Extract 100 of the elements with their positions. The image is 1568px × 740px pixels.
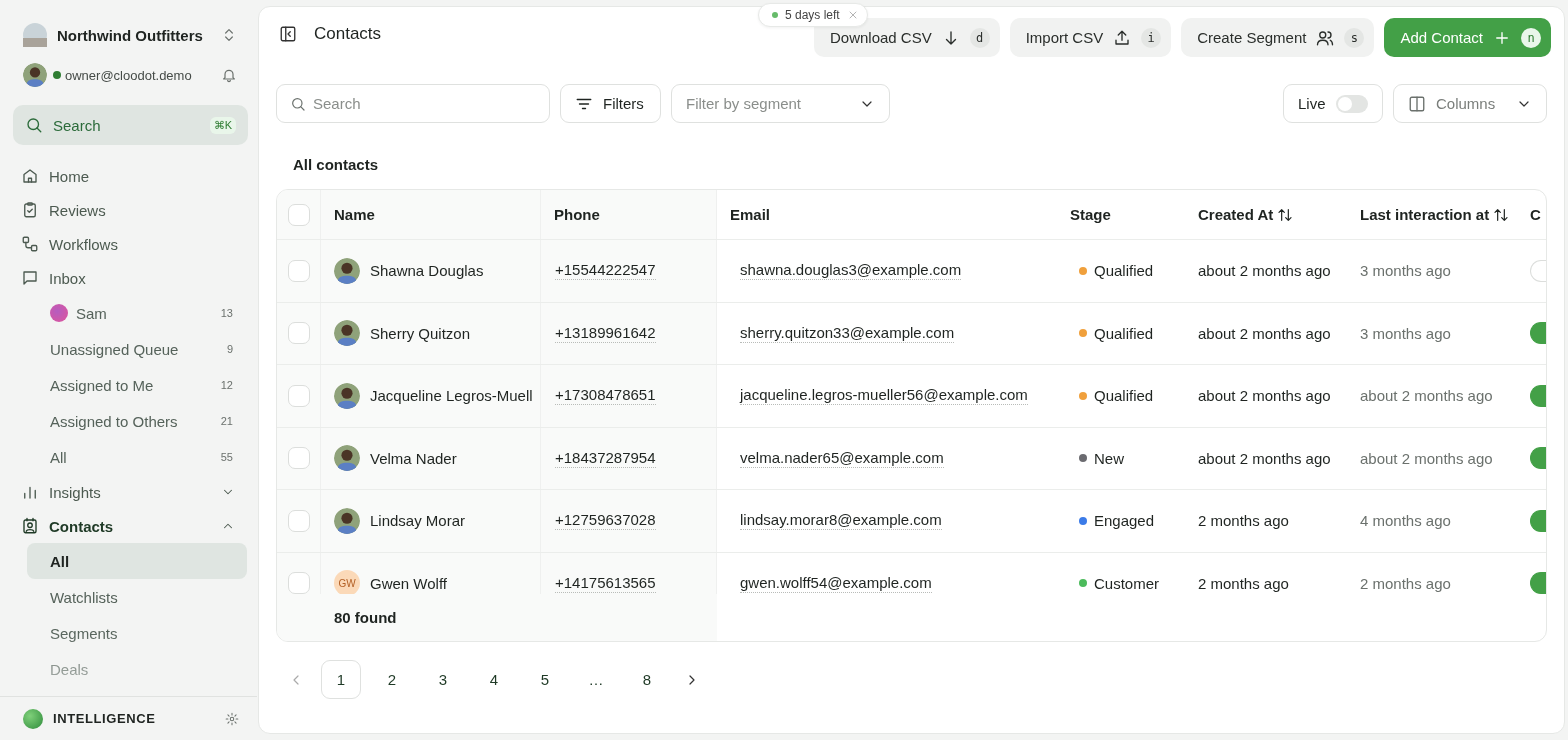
page-button[interactable]: 4 [474,660,514,699]
nav-subitem[interactable]: All 55 [27,439,247,475]
contact-name[interactable]: Sherry Quitzon [370,324,471,342]
action-button[interactable]: Import CSV i [1009,18,1172,57]
phone-number[interactable]: +15544222547 [555,261,656,281]
nav-item[interactable]: Home [13,159,247,193]
nav-subitem[interactable]: Unassigned Queue 9 [27,331,247,367]
page-button[interactable]: … [576,660,616,699]
contact-name[interactable]: Gwen Wolff [370,574,447,592]
workspace-name[interactable]: Northwind Outfitters [57,26,211,44]
avatar [334,320,360,347]
avatar [23,63,47,87]
email-address[interactable]: lindsay.morar8@example.com [740,511,942,531]
row-checkbox[interactable] [287,447,310,470]
count: 9 [226,343,233,355]
user-email[interactable]: owner@cloodot.demo [65,67,213,83]
toggle-switch[interactable] [1530,384,1546,407]
select-all-checkbox[interactable] [287,203,310,226]
page-button[interactable]: 2 [372,660,412,699]
upload-icon [1113,28,1132,47]
nav-item[interactable]: Workflows [13,227,247,261]
users-icon [1316,28,1335,47]
row-checkbox[interactable] [287,384,310,407]
workflow-icon [21,235,39,253]
intelligence-label[interactable]: INTELLIGENCE [53,711,215,726]
contact-card-icon [21,517,39,535]
contact-name[interactable]: Lindsay Morar [370,512,466,530]
action-button[interactable]: Create Segment s [1181,18,1375,57]
page-button[interactable]: 8 [627,660,667,699]
toggle-switch[interactable] [1530,447,1546,470]
column-header: Name [334,206,375,223]
contact-name[interactable]: Velma Nader [370,449,457,467]
nav-item[interactable]: Insights [13,475,247,509]
action-button[interactable]: Add Contact n [1384,18,1551,57]
nav-subitem[interactable]: Assigned to Me 12 [27,367,247,403]
shortcut-badge: ⌘K [209,116,236,134]
contact-name[interactable]: Shawna Douglas [370,262,484,280]
live-label: Live [1298,95,1326,112]
columns-icon [1408,94,1426,113]
search-icon [25,116,43,134]
avatar [334,445,360,472]
columns-dropdown[interactable]: Columns [1393,84,1547,123]
nav-item[interactable]: Inbox [13,261,247,295]
toggle-switch[interactable] [1530,322,1546,345]
phone-number[interactable]: +18437287954 [555,448,656,468]
phone-number[interactable]: +12759637028 [555,511,656,531]
settings-icon [225,711,239,726]
search-button[interactable]: Search ⌘K [13,105,248,145]
column-header[interactable]: Created At [1198,206,1274,223]
email-address[interactable]: shawna.douglas3@example.com [740,261,962,281]
page-button[interactable]: 1 [321,660,361,699]
last-interaction: about 2 months ago [1360,449,1493,467]
search-field[interactable]: Search [276,84,550,123]
nav-subitem[interactable]: All [27,543,247,579]
avatar [334,507,360,534]
toggle-switch[interactable] [1530,509,1546,532]
shortcut-badge: d [969,27,990,48]
nav-subitem[interactable]: Assigned to Others 21 [27,403,247,439]
phone-number[interactable]: +17308478651 [555,386,656,406]
nav-subitem[interactable]: Sam 13 [27,295,247,331]
stage-label: Engaged [1094,512,1155,530]
email-address[interactable]: jacqueline.legros-mueller56@example.com [740,386,1028,406]
avatar [334,382,360,409]
nav-subitem[interactable]: Segments [27,615,247,651]
email-address[interactable]: sherry.quitzon33@example.com [740,323,955,343]
last-interaction: 3 months ago [1360,262,1451,280]
page-button[interactable]: 3 [423,660,463,699]
email-address[interactable]: gwen.wolff54@example.com [740,573,932,593]
last-interaction: 4 months ago [1360,512,1451,530]
created-date: 2 months ago [1198,574,1289,592]
column-header: Phone [554,206,600,223]
row-checkbox[interactable] [287,572,310,594]
live-toggle[interactable] [1335,94,1368,113]
toggle-switch[interactable] [1530,572,1546,594]
nav-item[interactable]: Reviews [13,193,247,227]
results-count: 80 found [334,609,397,626]
created-date: about 2 months ago [1198,449,1331,467]
stage-label: Customer [1094,574,1160,592]
house-icon [21,167,39,185]
column-header[interactable]: Last interaction at [1360,206,1490,223]
sidebar-toggle-button[interactable] [279,25,297,43]
clipboard-check-icon [21,201,39,219]
page-title: Contacts [314,24,382,44]
email-address[interactable]: velma.nader65@example.com [740,448,944,468]
row-checkbox[interactable] [287,259,310,282]
filters-button[interactable]: Filters [560,84,661,123]
nav-subitem[interactable]: Watchlists [27,579,247,615]
row-checkbox[interactable] [287,322,310,345]
count: 55 [220,451,233,463]
row-checkbox[interactable] [287,509,310,532]
stage-label: Qualified [1094,324,1154,342]
page-button[interactable]: 5 [525,660,565,699]
column-header: C [1530,206,1541,223]
nav-item[interactable]: Contacts [13,509,247,543]
count: 12 [220,379,233,391]
stage-label: Qualified [1094,262,1154,280]
shortcut-badge: s [1344,27,1365,48]
phone-number[interactable]: +13189961642 [555,323,656,343]
created-date: 2 months ago [1198,512,1289,530]
action-button[interactable]: Download CSV d [813,18,1000,57]
